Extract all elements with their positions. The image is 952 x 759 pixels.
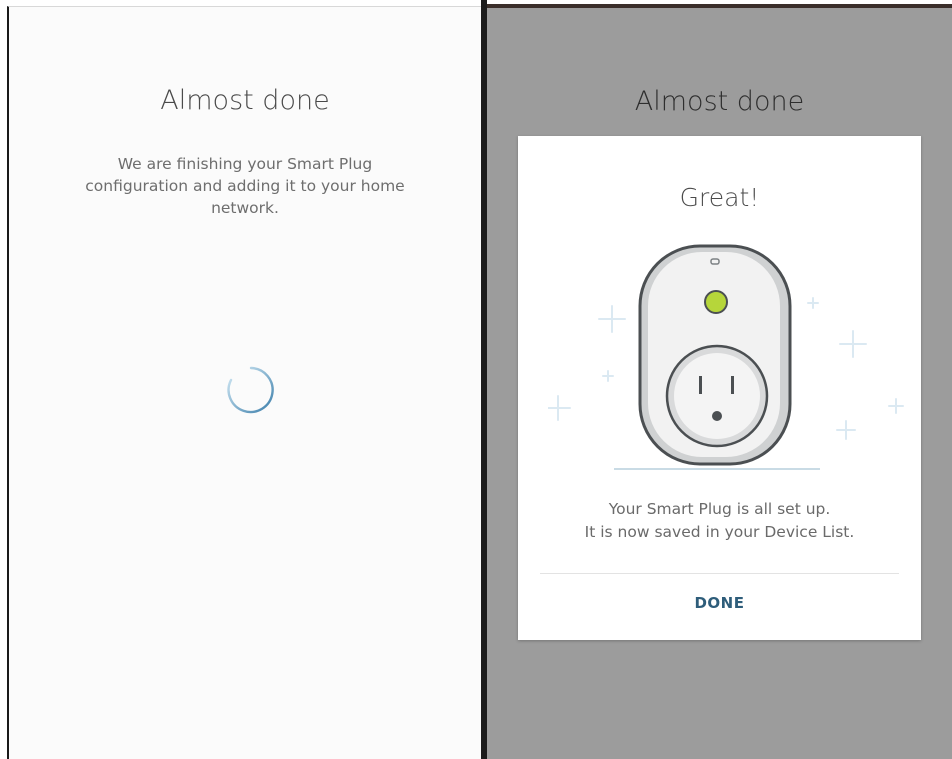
right-screen-almost-done: Almost done Great! Your Smart Plug is al… <box>487 4 952 759</box>
success-dialog: Great! Your Smart Plug is all set up. It… <box>518 136 921 640</box>
message-line-1: Your Smart Plug is all set up. <box>608 500 831 518</box>
dialog-message: Your Smart Plug is all set up. It is now… <box>518 498 921 544</box>
screenshot-frame: Almost done We are finishing your Smart … <box>0 0 952 759</box>
message-line-2: It is now saved in your Device List. <box>584 523 855 541</box>
page-title: Almost done <box>160 85 330 116</box>
smart-plug-icon <box>548 244 904 470</box>
dialog-title: Great! <box>679 183 760 212</box>
done-button[interactable]: DONE <box>518 594 921 624</box>
loading-spinner-icon <box>227 366 274 414</box>
status-description: We are finishing your Smart Plug configu… <box>85 155 405 217</box>
page-title: Almost done <box>634 86 805 117</box>
dialog-divider <box>540 573 899 574</box>
left-screen-almost-done: Almost done We are finishing your Smart … <box>7 6 481 759</box>
